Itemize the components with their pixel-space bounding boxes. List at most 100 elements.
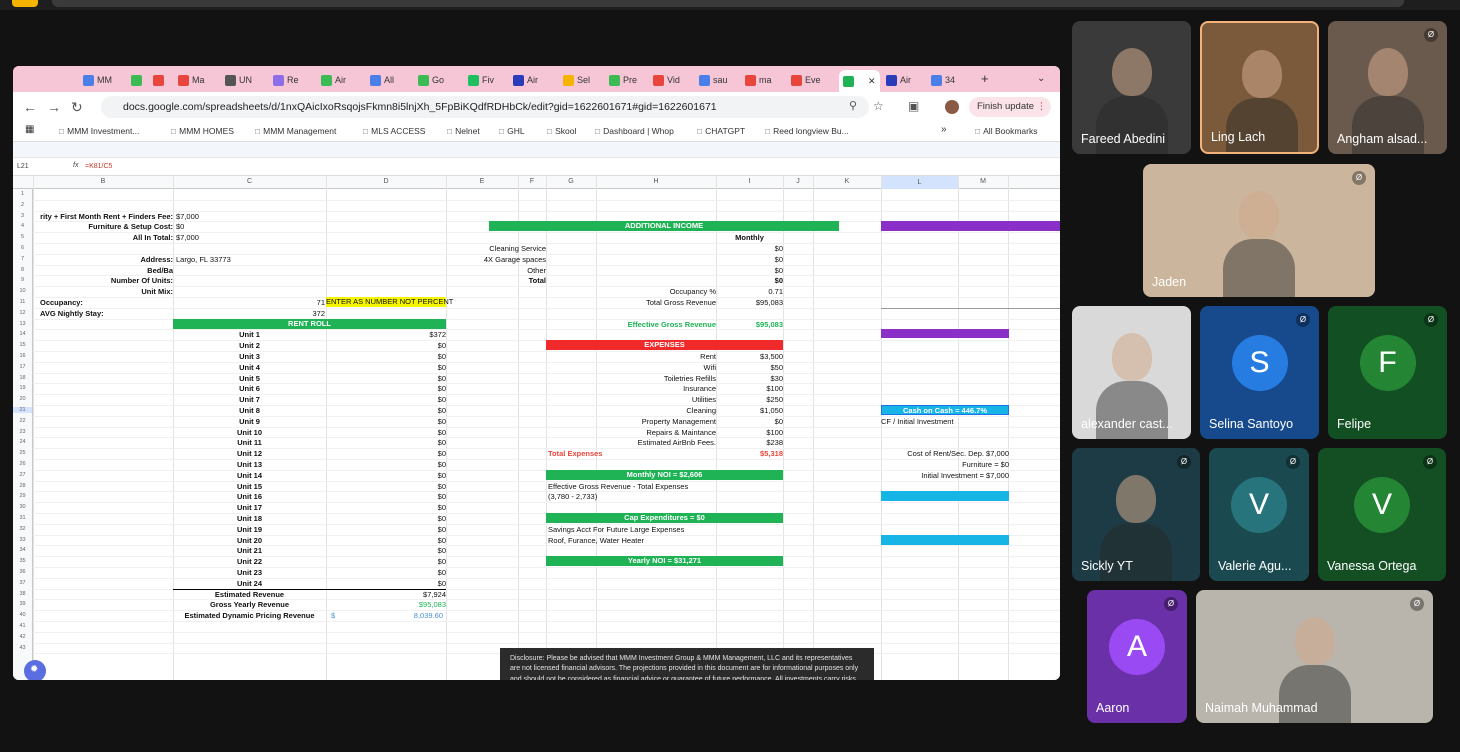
- cell: $7,000: [176, 211, 199, 221]
- bookmark-item[interactable]: □ Dashboard | Whop: [595, 126, 674, 136]
- tab-strip: MM Ma UN Re Air All Go Fiv Air Sel Pre Vid sau ma Eve ✕…: [13, 66, 1060, 92]
- participant-tile[interactable]: alexander cast...: [1072, 306, 1191, 439]
- cell: Furniture & Setup Cost:: [88, 222, 173, 232]
- row-header: 28: [19, 482, 26, 489]
- row-header: 2: [20, 201, 25, 208]
- cell: Cost of Rent/Sec. Dep. $7,000: [907, 449, 1009, 459]
- section-band: EXPENSES: [546, 340, 783, 351]
- video-body: [1223, 238, 1295, 297]
- browser-tab[interactable]: MM: [83, 71, 112, 89]
- participant-tile[interactable]: S Selina Santoyo Ø: [1200, 306, 1319, 439]
- row-header: 24: [19, 439, 26, 446]
- browser-tab[interactable]: 34: [931, 71, 955, 89]
- formula-text[interactable]: =K81/C5: [85, 163, 112, 170]
- participant-tile[interactable]: Angham alsad... Ø: [1328, 21, 1447, 154]
- tab-title: Fiv: [482, 75, 494, 85]
- tab-title: Vid: [667, 75, 680, 85]
- close-tab-icon[interactable]: ✕: [868, 76, 876, 87]
- cash-on-cash-cell[interactable]: Cash on Cash = 446.7%: [881, 405, 1009, 415]
- browser-tab[interactable]: Re: [273, 71, 299, 89]
- browser-tab[interactable]: Air: [513, 71, 538, 89]
- cell: Monthly: [735, 233, 764, 243]
- explore-button[interactable]: ✹: [24, 660, 46, 680]
- cell: Savings Acct For Future Large Expenses: [548, 524, 685, 534]
- bookmark-item[interactable]: □ MMM Investment...: [59, 126, 139, 136]
- forward-icon[interactable]: →: [47, 99, 61, 115]
- cell: Total Expenses: [548, 449, 603, 459]
- finish-update-button[interactable]: Finish update ⋮: [969, 97, 1051, 117]
- browser-tab[interactable]: Go: [418, 71, 444, 89]
- all-bookmarks[interactable]: □ All Bookmarks: [975, 126, 1037, 136]
- bookmark-item[interactable]: □ Nelnet: [447, 126, 480, 136]
- column-header: G: [568, 178, 574, 185]
- cell: $0: [774, 244, 783, 253]
- participant-tile[interactable]: Ling Lach: [1200, 21, 1319, 154]
- cell: Gross Yearly Revenue: [209, 600, 290, 610]
- cell: Cleaning Service: [489, 244, 546, 253]
- tab-search-icon[interactable]: ⌄: [1037, 69, 1045, 87]
- reload-icon[interactable]: ↻: [71, 99, 83, 116]
- profile-avatar[interactable]: [945, 100, 959, 114]
- browser-tab[interactable]: ma: [745, 71, 772, 89]
- participant-tile[interactable]: V Valerie Agu... Ø: [1209, 448, 1309, 581]
- browser-tab[interactable]: [131, 71, 145, 89]
- tab-favicon-icon: [791, 74, 802, 86]
- more-bookmarks-icon[interactable]: »: [941, 124, 947, 135]
- browser-tab[interactable]: UN: [225, 71, 252, 89]
- cell-reference[interactable]: L21: [17, 163, 29, 170]
- participant-tile[interactable]: A Aaron Ø: [1087, 590, 1187, 723]
- browser-tab[interactable]: Sel: [563, 71, 590, 89]
- cell: Unit 11: [237, 438, 262, 448]
- cell: $0: [437, 481, 446, 491]
- row-header: 3: [20, 212, 25, 219]
- participant-tile[interactable]: Fareed Abedini: [1072, 21, 1191, 154]
- participant-tile[interactable]: Sickly YT Ø: [1072, 448, 1200, 581]
- folder-icon: □: [547, 126, 553, 136]
- cyan-band: [881, 491, 1009, 502]
- cell: Unit 2: [239, 341, 260, 351]
- browser-tab[interactable]: [153, 71, 167, 89]
- browser-tab[interactable]: All: [370, 71, 394, 89]
- cell: $100: [766, 427, 783, 437]
- cell: Unit 10: [236, 427, 262, 437]
- browser-tab[interactable]: Vid: [653, 71, 680, 89]
- participant-tile[interactable]: Naimah Muhammad Ø: [1196, 590, 1433, 723]
- cell: Unit 23: [236, 568, 262, 577]
- bookmark-item[interactable]: □ MMM Management: [255, 126, 336, 136]
- browser-tab[interactable]: Fiv: [468, 71, 494, 89]
- star-icon[interactable]: ☆: [873, 99, 884, 113]
- back-icon[interactable]: ←: [23, 99, 37, 115]
- browser-tab[interactable]: ✕: [839, 70, 880, 92]
- browser-tab[interactable]: Ma: [178, 71, 205, 89]
- tab-favicon-icon: [563, 74, 574, 86]
- url-field[interactable]: docs.google.com/spreadsheets/d/1nxQAicIx…: [101, 96, 869, 118]
- browser-tab[interactable]: Eve: [791, 71, 821, 89]
- apps-grid-icon[interactable]: ▦: [25, 124, 34, 135]
- bookmark-item[interactable]: □ Skool: [547, 126, 576, 136]
- bookmark-item[interactable]: □ CHATGPT: [697, 126, 745, 136]
- participant-tile[interactable]: Jaden Ø: [1143, 164, 1375, 297]
- browser-tab[interactable]: Pre: [609, 71, 637, 89]
- browser-tab[interactable]: Air: [321, 71, 346, 89]
- cell: $95,083: [418, 600, 446, 610]
- avatar-initial: A: [1126, 629, 1147, 663]
- cell: $95,083: [755, 298, 783, 307]
- bookmark-item[interactable]: □ GHL: [499, 126, 525, 136]
- zoom-icon[interactable]: ⚲: [849, 99, 857, 112]
- participant-avatar: A: [1109, 618, 1165, 675]
- meeting-badge[interactable]: [12, 0, 38, 7]
- cell: Occupancy:: [40, 298, 83, 307]
- row-header: 21: [13, 407, 32, 413]
- new-tab-icon[interactable]: +: [981, 69, 989, 87]
- participant-tile[interactable]: F Felipe Ø: [1328, 306, 1447, 439]
- browser-tab[interactable]: sau: [699, 71, 728, 89]
- bookmark-item[interactable]: □ MLS ACCESS: [363, 126, 425, 136]
- bookmark-item[interactable]: □ Reed longview Bu...: [765, 126, 849, 136]
- participant-tile[interactable]: V Vanessa Ortega Ø: [1318, 448, 1446, 581]
- cell: $0: [437, 406, 446, 415]
- bookmark-item[interactable]: □ MMM HOMES: [171, 126, 234, 136]
- extensions-icon[interactable]: ▣: [908, 99, 919, 113]
- tab-favicon-icon: [468, 74, 479, 86]
- browser-tab[interactable]: Air: [886, 71, 911, 89]
- column-header: D: [383, 178, 389, 185]
